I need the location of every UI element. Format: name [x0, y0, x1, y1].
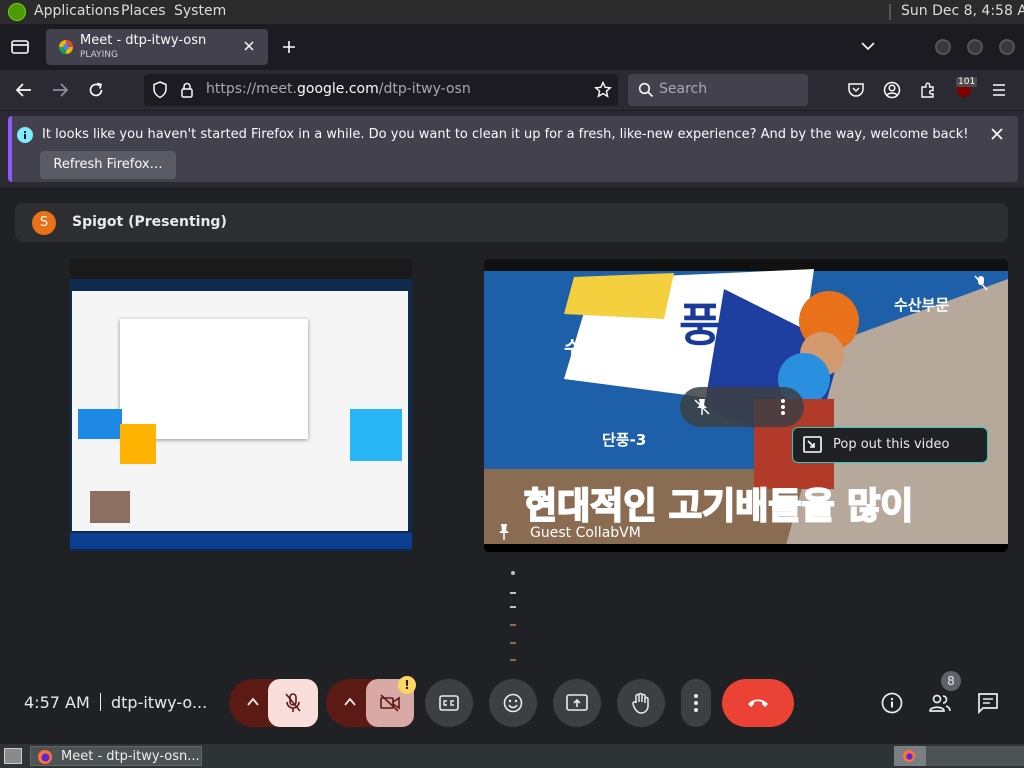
system-logo-icon[interactable]	[8, 3, 26, 21]
menu-system[interactable]: System	[174, 3, 226, 19]
tracking-protection-shield-icon[interactable]	[152, 81, 168, 99]
refresh-firefox-button[interactable]: Refresh Firefox…	[40, 151, 176, 179]
browser-tab-meet[interactable]: Meet - dtp-itwy-osn PLAYING	[46, 29, 268, 65]
system-clock[interactable]: Sun Dec 8, 4:58 AM	[901, 3, 1024, 19]
extensions-puzzle-icon[interactable]	[919, 81, 937, 99]
presenter-avatar: S	[32, 211, 56, 235]
addon-badge-count: 101	[956, 77, 978, 87]
search-placeholder: Search	[659, 81, 708, 97]
hamburger-menu-icon[interactable]	[991, 82, 1007, 98]
forward-arrow-icon[interactable]	[51, 82, 69, 98]
window-minimize-button[interactable]	[935, 39, 951, 55]
video-caption-text: 현대적인 고기배들을 많이	[523, 485, 914, 528]
more-options-vertical-icon[interactable]	[780, 397, 786, 417]
url-bar[interactable]: https://meet.google.com/dtp-itwy-osn	[144, 74, 618, 106]
video-sign-text-left: 수산	[564, 338, 598, 359]
show-desktop-icon[interactable]	[4, 748, 22, 764]
mic-off-icon	[283, 692, 303, 714]
taskbar-window-title: Meet - dtp-itwy-osn...	[61, 749, 200, 764]
camera-off-icon	[379, 693, 401, 713]
url-host-domain: google.com	[297, 81, 379, 97]
tile-hover-controls	[680, 387, 804, 427]
popout-tooltip-text: Pop out this video	[833, 437, 950, 452]
account-icon[interactable]	[883, 81, 901, 99]
end-call-phone-icon	[746, 696, 770, 710]
shared-window-titlebar	[70, 259, 412, 279]
list-all-tabs-icon[interactable]	[860, 40, 876, 52]
firefox-view-icon[interactable]	[10, 38, 30, 56]
video-tile-mic-indicator-icon	[974, 275, 988, 291]
system-top-panel: Applications Places System Sun Dec 8, 4:…	[0, 0, 1024, 24]
menu-places[interactable]: Places	[121, 3, 166, 19]
firefox-logo-icon	[37, 749, 53, 765]
window-maximize-button[interactable]	[967, 39, 983, 55]
url-path: /dtp-itwy-osn	[378, 81, 471, 97]
more-options-button[interactable]	[681, 679, 711, 727]
reload-icon[interactable]	[87, 81, 105, 99]
shared-tile-blue	[78, 409, 122, 439]
scroll-indicator-dots	[509, 570, 517, 666]
chat-icon[interactable]	[977, 692, 999, 714]
popout-icon	[803, 436, 823, 454]
chevron-up-icon	[344, 697, 356, 707]
presenter-label: Spigot (Presenting)	[72, 214, 227, 230]
pin-icon[interactable]	[496, 523, 512, 541]
window-close-button[interactable]	[999, 39, 1015, 55]
shared-tile-cyan	[350, 409, 402, 461]
shared-taskbar	[70, 533, 412, 549]
meeting-details-info-icon[interactable]	[881, 692, 903, 714]
shared-tile-face	[90, 491, 130, 523]
menu-applications[interactable]: Applications	[34, 3, 120, 19]
video-sign-text-right: 수산부문	[894, 296, 950, 314]
panel-separator	[889, 4, 891, 20]
reactions-button[interactable]	[489, 679, 537, 727]
workspace-switcher[interactable]	[894, 746, 1024, 766]
camera-warning-badge: !	[398, 676, 416, 694]
padlock-icon[interactable]	[180, 82, 194, 98]
chevron-up-icon	[247, 697, 259, 707]
search-bar[interactable]: Search	[628, 74, 808, 106]
notification-accent-strip	[8, 116, 12, 182]
url-text[interactable]: https://meet.google.com/dtp-itwy-osn	[206, 81, 471, 97]
tab-playing-status: PLAYING	[80, 50, 118, 60]
meet-favicon-icon	[58, 39, 74, 55]
present-screen-button[interactable]	[553, 679, 601, 727]
unpin-icon[interactable]	[692, 397, 712, 417]
bookmark-star-icon[interactable]	[594, 81, 612, 99]
popout-tooltip[interactable]: Pop out this video	[792, 427, 988, 463]
info-icon	[17, 127, 33, 143]
participants-count-badge: 8	[941, 671, 961, 691]
meeting-code[interactable]: dtp-itwy-o...	[111, 693, 207, 712]
taskbar-window-meet[interactable]: Meet - dtp-itwy-osn...	[30, 746, 202, 766]
url-host-prefix: https://meet.	[206, 81, 297, 97]
workspace-firefox-icon	[902, 749, 916, 763]
present-screen-icon	[566, 693, 588, 713]
back-arrow-icon[interactable]	[15, 82, 33, 98]
tab-title: Meet - dtp-itwy-osn	[80, 33, 207, 48]
close-tab-icon[interactable]	[242, 39, 256, 53]
shared-search-dropdown	[120, 319, 308, 439]
pocket-icon[interactable]	[847, 81, 865, 99]
shared-tile-orange	[120, 424, 156, 464]
hand-icon	[631, 691, 651, 715]
emoji-smile-icon	[503, 693, 523, 713]
notification-message: It looks like you haven't started Firefo…	[42, 127, 969, 142]
more-vertical-icon	[693, 693, 699, 713]
participant-video-tile[interactable]: 풍 수산 단풍-3 수산부문 현대적인 고기배들을 많이 Pop out thi…	[484, 259, 1008, 552]
captions-button[interactable]	[425, 679, 473, 727]
closed-captions-icon	[439, 694, 459, 712]
raise-hand-button[interactable]	[617, 679, 665, 727]
leave-call-button[interactable]	[722, 679, 794, 727]
video-sign-text-boat: 단풍-3	[602, 431, 647, 449]
search-icon	[638, 82, 654, 98]
people-icon[interactable]	[928, 693, 952, 713]
microphone-toggle-button[interactable]	[268, 679, 318, 727]
participant-name: Guest CollabVM	[530, 525, 641, 541]
meeting-time: 4:57 AM	[24, 693, 90, 712]
shared-screen-presentation[interactable]	[70, 259, 412, 551]
video-sign-text-main: 풍	[679, 298, 722, 352]
new-tab-icon[interactable]	[281, 39, 297, 55]
time-code-divider	[100, 693, 101, 711]
close-notification-icon[interactable]	[990, 127, 1004, 141]
